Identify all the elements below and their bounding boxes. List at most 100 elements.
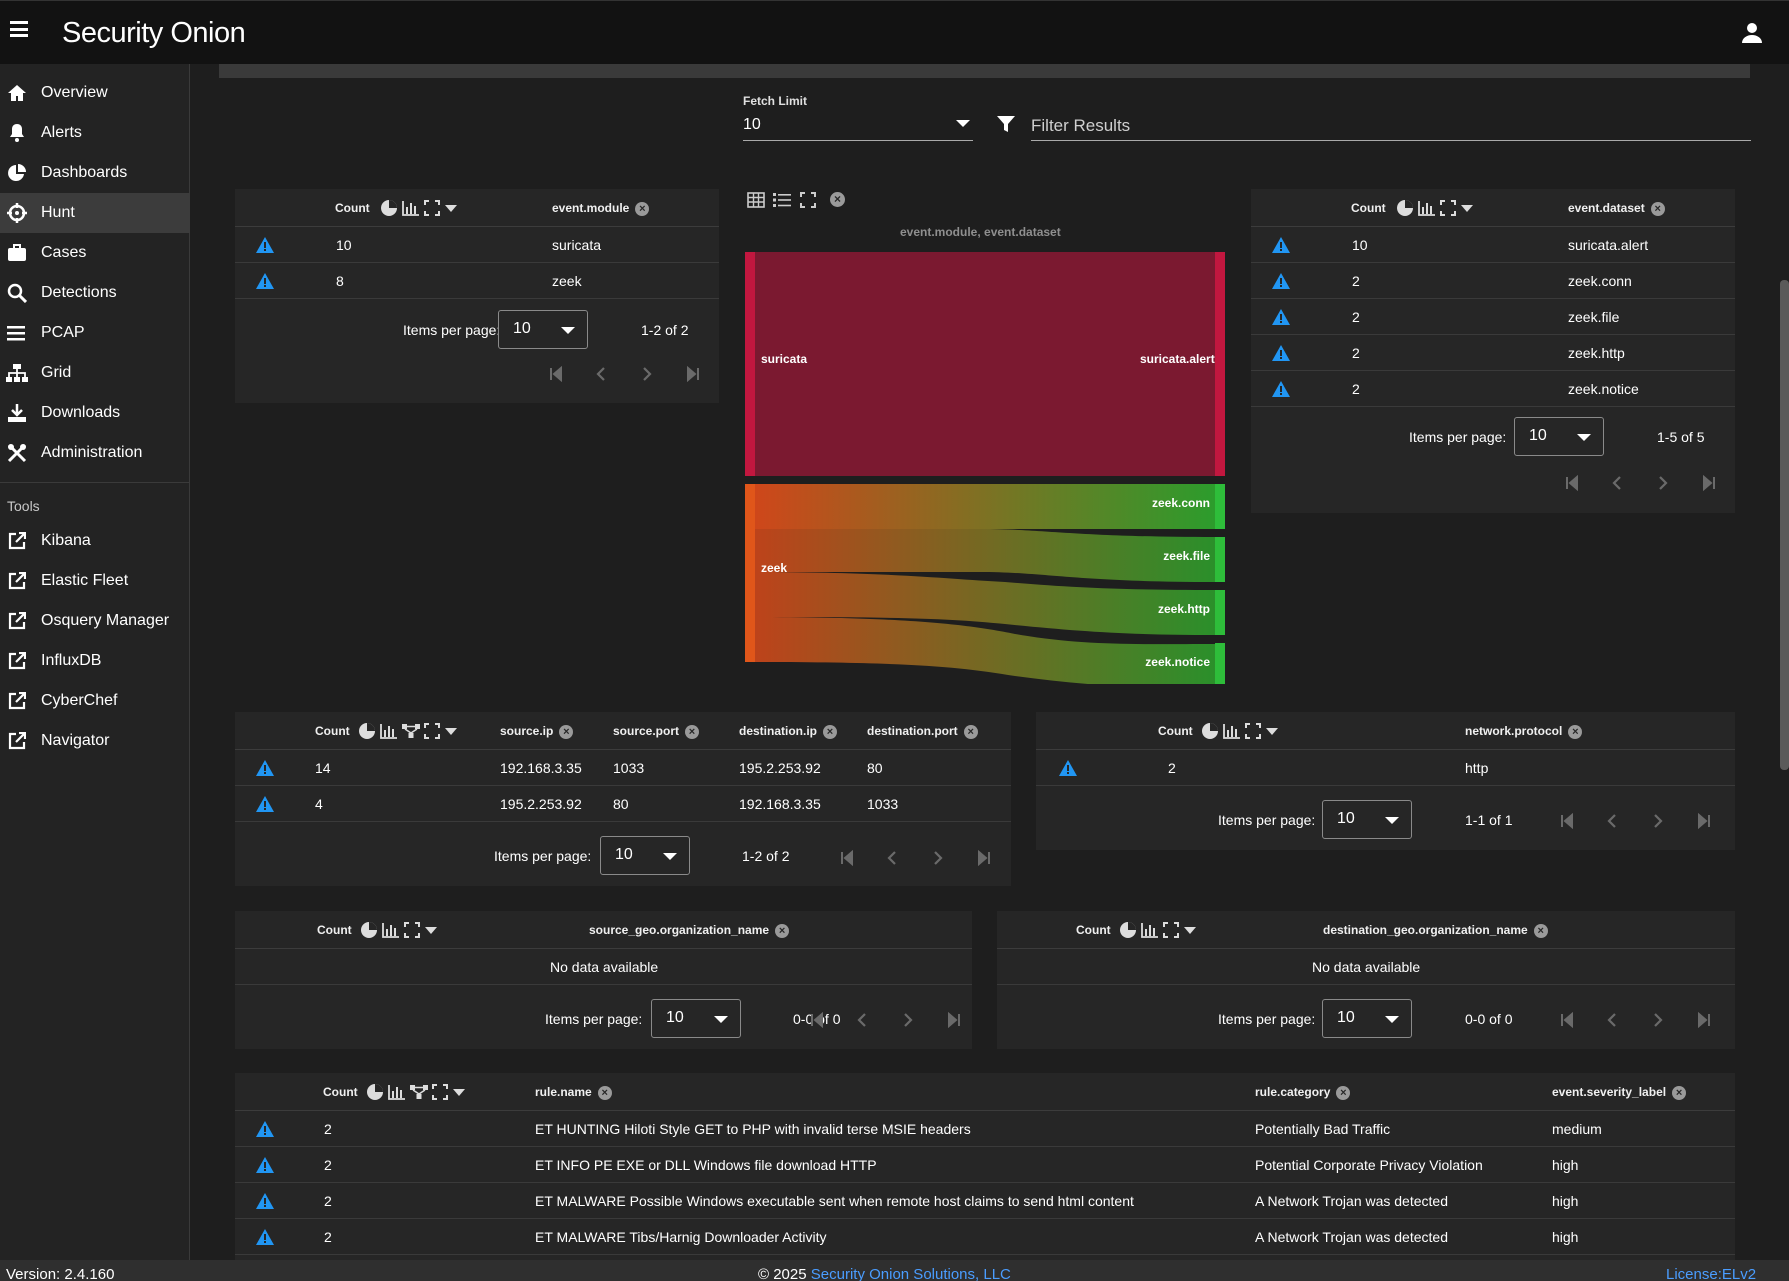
last-page-icon[interactable] — [685, 365, 701, 383]
remove-field-icon[interactable]: × — [1672, 1085, 1687, 1100]
user-icon[interactable] — [1740, 21, 1764, 45]
field-header[interactable]: event.dataset × — [1568, 201, 1665, 216]
chevron-down-icon[interactable] — [1183, 925, 1197, 935]
field-header[interactable]: destination.port × — [867, 724, 978, 739]
table-row[interactable]: 2 zeek.http — [1251, 335, 1735, 371]
count-header[interactable]: Count — [317, 923, 352, 937]
sidebar-item-alerts[interactable]: Alerts — [0, 113, 190, 153]
sidebar-tool-elastic-fleet[interactable]: Elastic Fleet — [0, 561, 190, 601]
prev-page-icon[interactable] — [1604, 1012, 1620, 1028]
pie-chart-icon[interactable] — [1201, 722, 1219, 740]
sidebar-tool-navigator[interactable]: Navigator — [0, 721, 190, 761]
sankey-icon[interactable] — [402, 723, 420, 739]
first-page-icon[interactable] — [1559, 1011, 1575, 1029]
alert-triangle-icon[interactable] — [1058, 759, 1078, 777]
sankey-node-zeek-http[interactable] — [1215, 590, 1225, 635]
prev-page-icon[interactable] — [1604, 813, 1620, 829]
value-cell[interactable]: zeek.notice — [1568, 381, 1639, 397]
chevron-down-icon[interactable] — [956, 120, 970, 127]
fullscreen-icon[interactable] — [404, 922, 420, 938]
chevron-down-icon[interactable] — [444, 726, 458, 736]
value-cell[interactable]: high — [1552, 1157, 1578, 1173]
alert-triangle-icon[interactable] — [1271, 344, 1291, 362]
field-header[interactable]: rule.category × — [1255, 1085, 1351, 1100]
alert-triangle-icon[interactable] — [255, 1192, 275, 1210]
filter-results-input[interactable]: Filter Results — [1031, 116, 1130, 136]
next-page-icon[interactable] — [1650, 813, 1666, 829]
table-row[interactable]: 2 zeek.notice — [1251, 371, 1735, 407]
value-cell[interactable]: http — [1465, 760, 1488, 776]
bar-chart-icon[interactable] — [388, 1084, 406, 1100]
field-header[interactable]: network.protocol × — [1465, 724, 1583, 739]
alert-triangle-icon[interactable] — [255, 1120, 275, 1138]
items-per-page-select[interactable]: 10 — [600, 836, 690, 875]
items-per-page-select[interactable]: 10 — [1322, 999, 1412, 1038]
value-cell[interactable]: high — [1552, 1229, 1578, 1245]
chevron-down-icon[interactable] — [424, 925, 438, 935]
sidebar-item-grid[interactable]: Grid — [0, 353, 190, 393]
prev-page-icon[interactable] — [1609, 475, 1625, 491]
license-link[interactable]: License:ELv2 — [1666, 1266, 1756, 1281]
sankey-node-suricata[interactable] — [745, 252, 755, 476]
fullscreen-icon[interactable] — [432, 1084, 448, 1100]
value-cell[interactable]: A Network Trojan was detected — [1255, 1193, 1448, 1209]
first-page-icon[interactable] — [809, 1011, 825, 1029]
next-page-icon[interactable] — [900, 1012, 916, 1028]
sidebar-item-hunt[interactable]: Hunt — [0, 193, 190, 233]
remove-field-icon[interactable]: × — [597, 1085, 612, 1100]
list-view-icon[interactable] — [773, 192, 791, 212]
chevron-down-icon[interactable] — [452, 1087, 466, 1097]
sidebar-tool-influxdb[interactable]: InfluxDB — [0, 641, 190, 681]
value-cell[interactable]: zeek.conn — [1568, 273, 1632, 289]
first-page-icon[interactable] — [1559, 812, 1575, 830]
value-cell[interactable]: Potential Corporate Privacy Violation — [1255, 1157, 1483, 1173]
value-cell[interactable]: ET MALWARE Possible Windows executable s… — [535, 1193, 1134, 1209]
sankey-node-suricata-alert[interactable] — [1215, 252, 1225, 476]
sidebar-tool-cyberchef[interactable]: CyberChef — [0, 681, 190, 721]
table-row[interactable]: 10 suricata.alert — [1251, 227, 1735, 263]
count-header[interactable]: Count — [1076, 923, 1111, 937]
menu-icon[interactable] — [10, 21, 28, 37]
bar-chart-icon[interactable] — [1223, 723, 1241, 739]
prev-page-icon[interactable] — [593, 366, 609, 382]
next-page-icon[interactable] — [930, 850, 946, 866]
sankey-node-zeek-conn[interactable] — [1215, 484, 1225, 529]
field-header[interactable]: source_geo.organization_name × — [589, 923, 790, 938]
remove-field-icon[interactable]: × — [1336, 1085, 1351, 1100]
prev-page-icon[interactable] — [854, 1012, 870, 1028]
pie-chart-icon[interactable] — [1396, 199, 1414, 217]
company-link[interactable]: Security Onion Solutions, LLC — [811, 1266, 1011, 1281]
value-cell[interactable]: ET INFO PE EXE or DLL Windows file downl… — [535, 1157, 877, 1173]
bar-chart-icon[interactable] — [382, 922, 400, 938]
table-row[interactable]: 2 ET MALWARE Tibs/Harnig Downloader Acti… — [235, 1219, 1735, 1255]
items-per-page-select[interactable]: 10 — [498, 310, 588, 349]
chevron-down-icon[interactable] — [1265, 726, 1279, 736]
remove-field-icon[interactable]: × — [559, 724, 574, 739]
remove-field-icon[interactable]: × — [685, 724, 700, 739]
chevron-down-icon[interactable] — [444, 203, 458, 213]
sidebar-item-pcap[interactable]: PCAP — [0, 313, 190, 353]
field-header[interactable]: destination_geo.organization_name × — [1323, 923, 1548, 938]
value-cell[interactable]: Potentially Bad Traffic — [1255, 1121, 1390, 1137]
alert-triangle-icon[interactable] — [255, 1156, 275, 1174]
prev-page-icon[interactable] — [884, 850, 900, 866]
remove-field-icon[interactable]: × — [1568, 724, 1583, 739]
value-cell[interactable]: A Network Trojan was detected — [1255, 1229, 1448, 1245]
sankey-node-zeek-file[interactable] — [1215, 537, 1225, 582]
alert-triangle-icon[interactable] — [255, 795, 275, 813]
remove-field-icon[interactable]: × — [775, 923, 790, 938]
fullscreen-icon[interactable] — [1245, 723, 1261, 739]
alert-triangle-icon[interactable] — [255, 272, 275, 290]
fullscreen-icon[interactable] — [800, 192, 816, 212]
sankey-node-zeek-notice[interactable] — [1215, 643, 1225, 684]
value-cell[interactable]: 195.2.253.92 — [739, 760, 821, 776]
value-cell[interactable]: ET HUNTING Hiloti Style GET to PHP with … — [535, 1121, 971, 1137]
pie-chart-icon[interactable] — [1119, 921, 1137, 939]
pie-chart-icon[interactable] — [380, 199, 398, 217]
field-header[interactable]: event.module × — [552, 201, 650, 216]
sankey-icon[interactable] — [410, 1084, 428, 1100]
value-cell[interactable]: 1033 — [867, 796, 898, 812]
next-page-icon[interactable] — [1655, 475, 1671, 491]
alert-triangle-icon[interactable] — [1271, 236, 1291, 254]
alert-triangle-icon[interactable] — [1271, 380, 1291, 398]
